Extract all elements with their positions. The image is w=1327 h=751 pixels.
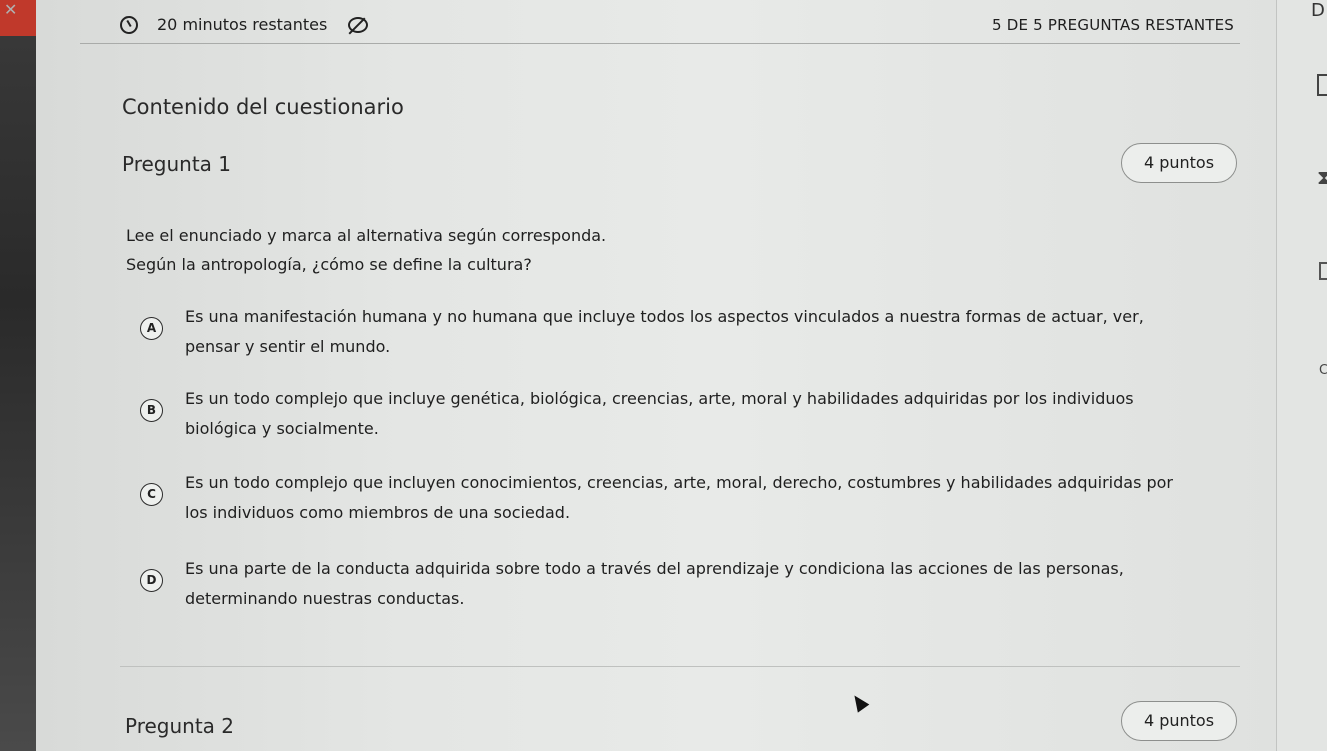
option-b-line1: Es un todo complejo que incluye genética… <box>185 389 1134 408</box>
option-c-line1: Es un todo complejo que incluyen conocim… <box>185 473 1174 492</box>
option-a-line1: Es una manifestación humana y no humana … <box>185 307 1144 326</box>
close-icon[interactable]: ✕ <box>4 0 17 19</box>
option-b-text: Es un todo complejo que incluye genética… <box>185 384 1235 444</box>
option-b-line2: biológica y socialmente. <box>185 419 379 438</box>
question-1-instruction: Lee el enunciado y marca al alternativa … <box>126 226 607 245</box>
question-1-points-badge: 4 puntos <box>1121 143 1237 183</box>
option-d-text: Es una parte de la conducta adquirida so… <box>185 554 1235 614</box>
option-a-radio[interactable]: A <box>140 317 163 340</box>
option-b-radio[interactable]: B <box>140 399 163 422</box>
bracket-icon[interactable] <box>1319 262 1327 280</box>
option-d-line1: Es una parte de la conducta adquirida so… <box>185 559 1124 578</box>
question-2-points-badge: 4 puntos <box>1121 701 1237 741</box>
grid-icon[interactable] <box>1317 74 1327 96</box>
rail-top-letter: D <box>1311 0 1325 21</box>
right-rail: D ⧗ C <box>1276 0 1327 751</box>
question-1-prompt: Según la antropología, ¿cómo se define l… <box>126 255 532 274</box>
timer-text: 20 minutos restantes <box>157 15 328 34</box>
rail-side-letter: C <box>1319 363 1327 378</box>
question-2-title: Pregunta 2 <box>125 714 235 738</box>
eye-off-icon[interactable] <box>348 17 368 33</box>
timer-bar: 20 minutos restantes 5 DE 5 PREGUNTAS RE… <box>80 10 1240 44</box>
question-1-title: Pregunta 1 <box>122 152 232 176</box>
left-strip: ✕ <box>0 0 36 751</box>
option-a-line2: pensar y sentir el mundo. <box>185 337 391 356</box>
section-title: Contenido del cuestionario <box>122 95 404 119</box>
question-divider <box>120 666 1240 667</box>
option-c-radio[interactable]: C <box>140 483 163 506</box>
option-c-line2: los individuos como miembros de una soci… <box>185 503 571 522</box>
hourglass-icon: ⧗ <box>1317 165 1327 189</box>
questions-remaining: 5 DE 5 PREGUNTAS RESTANTES <box>992 16 1234 34</box>
timer-icon <box>120 16 138 34</box>
option-a-text: Es una manifestación humana y no humana … <box>185 302 1235 362</box>
option-c-text: Es un todo complejo que incluyen conocim… <box>185 468 1235 528</box>
option-d-radio[interactable]: D <box>140 569 163 592</box>
option-d-line2: determinando nuestras conductas. <box>185 589 465 608</box>
